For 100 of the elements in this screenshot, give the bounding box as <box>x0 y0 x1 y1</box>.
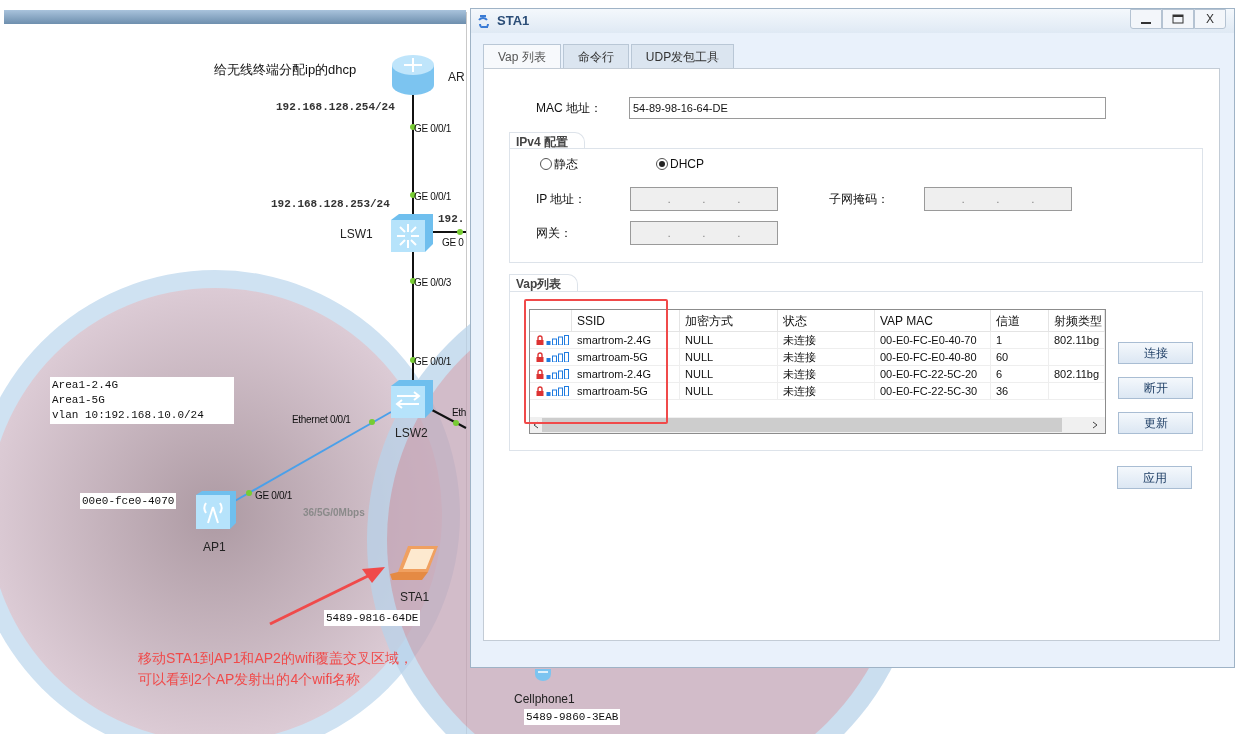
ip-label: 192. <box>438 212 465 227</box>
radio-option[interactable]: DHCP <box>656 155 704 173</box>
table-row[interactable]: smartroam-5G NULL 未连接 00-E0-FC-22-5C-30 36 <box>530 383 1105 400</box>
port-dot <box>410 124 416 130</box>
mac-tag: 5489-9860-3EAB <box>524 709 621 725</box>
device-label: AR <box>448 69 465 86</box>
tab[interactable]: 命令行 <box>562 44 629 68</box>
column-header: 加密方式 <box>680 310 778 331</box>
port-dot <box>410 357 416 363</box>
table-cell: 00-E0-FC-E0-40-70 <box>875 332 991 348</box>
link-rate: 36/5G/0Mbps <box>303 506 365 520</box>
port-label: GE 0 <box>442 236 464 250</box>
dhcp-note: 给无线终端分配ip的dhcp <box>214 61 357 79</box>
minimize-button[interactable] <box>1130 9 1162 29</box>
port-dot <box>457 229 463 235</box>
switch-icon[interactable] <box>389 378 435 420</box>
switch-icon[interactable] <box>389 212 435 254</box>
signal-icon <box>546 352 569 362</box>
table-cell: 1 <box>991 332 1049 348</box>
tab[interactable]: UDP发包工具 <box>630 44 735 68</box>
mac-field[interactable]: 54-89-98-16-64-DE <box>629 97 1106 119</box>
table-cell: 6 <box>991 366 1049 382</box>
link-line <box>431 231 467 233</box>
port-label: GE 0/0/1 <box>414 190 452 204</box>
device-label: STA1 <box>400 589 430 606</box>
router-icon[interactable] <box>390 53 436 97</box>
table-cell: NULL <box>680 349 778 365</box>
table-cell: 00-E0-FC-22-5C-30 <box>875 383 991 399</box>
table-cell: 00-E0-FC-22-5C-20 <box>875 366 991 382</box>
maximize-icon <box>1172 14 1184 24</box>
table-cell: 36 <box>991 383 1049 399</box>
port-label: Ethernet 0/0/1 <box>292 413 351 427</box>
port-label: GE 0/0/3 <box>414 276 452 290</box>
device-label: AP1 <box>203 539 226 556</box>
annotation-text: 可以看到2个AP发射出的4个wifi名称 <box>138 670 362 689</box>
field-label: IP 地址： <box>536 191 588 208</box>
table-cell: smartrom-2.4G <box>572 332 680 348</box>
table-cell: 00-E0-FC-E0-40-80 <box>875 349 991 365</box>
port-label: GE 0/0/1 <box>414 355 452 369</box>
action-button[interactable]: 断开 <box>1118 377 1193 399</box>
device-label: LSW2 <box>395 425 428 442</box>
app-icon <box>477 14 491 28</box>
table-cell: NULL <box>680 383 778 399</box>
tab[interactable]: Vap 列表 <box>483 44 561 68</box>
port-dot <box>410 278 416 284</box>
device-label: Cellphone1 <box>514 691 575 708</box>
port-label: Eth <box>452 406 467 420</box>
maximize-button[interactable] <box>1162 9 1194 29</box>
mac-tag: 5489-9816-64DE <box>324 610 421 626</box>
signal-icon <box>546 335 569 345</box>
lock-icon <box>536 369 544 379</box>
window-title: STA1 <box>497 12 530 31</box>
access-point-icon[interactable] <box>194 489 238 531</box>
field-label: 子网掩码： <box>829 191 890 208</box>
table-cell: 未连接 <box>778 349 875 365</box>
port-label: GE 0/0/1 <box>414 122 452 136</box>
table-row[interactable]: smartrom-2.4G NULL 未连接 00-E0-FC-22-5C-20 6 802.11bg <box>530 366 1105 383</box>
action-button[interactable]: 更新 <box>1118 412 1193 434</box>
table-cell: 未连接 <box>778 332 875 348</box>
table-cell: NULL <box>680 332 778 348</box>
close-button[interactable]: X <box>1194 9 1226 29</box>
signal-icon <box>546 369 569 379</box>
column-header: SSID <box>572 310 680 331</box>
radio-button[interactable] <box>540 158 552 170</box>
table-cell: 未连接 <box>778 383 875 399</box>
mac-label: MAC 地址： <box>536 100 603 117</box>
phone-icon[interactable] <box>534 668 552 682</box>
table-row[interactable]: smartrom-2.4G NULL 未连接 00-E0-FC-E0-40-70 1 802.11bg <box>530 332 1105 349</box>
table-cell: 60 <box>991 349 1049 365</box>
table-cell: 802.11bg <box>1049 332 1105 348</box>
column-header: 状态 <box>778 310 875 331</box>
lock-icon <box>536 386 544 396</box>
port-label: GE 0/0/1 <box>255 489 293 503</box>
column-header: VAP MAC <box>875 310 991 331</box>
lock-icon <box>536 352 544 362</box>
column-header: 信道 <box>991 310 1049 331</box>
minimize-icon <box>1141 22 1151 24</box>
port-dot <box>369 419 375 425</box>
device-label: LSW1 <box>340 226 373 243</box>
mac-tag: 00e0-fce0-4070 <box>80 493 177 509</box>
action-button[interactable]: 连接 <box>1118 342 1193 364</box>
table-cell: smartroam-5G <box>572 383 680 399</box>
ip-label: 192.168.128.254/24 <box>276 100 395 115</box>
area-note: Area1-2.4G Area1-5G vlan 10:192.168.10.0/24 <box>50 377 234 424</box>
radio-button[interactable] <box>656 158 668 170</box>
link-line <box>431 409 467 429</box>
horizontal-scrollbar[interactable] <box>530 417 1105 433</box>
port-dot <box>410 192 416 198</box>
port-dot <box>246 490 252 496</box>
ip-label: 192.168.128.253/24 <box>271 197 390 212</box>
table-cell: 802.11bg <box>1049 366 1105 382</box>
lock-icon <box>536 335 544 345</box>
radio-option[interactable]: 静态 <box>540 155 578 173</box>
field-label: 网关： <box>536 225 573 242</box>
table-row[interactable]: smartroam-5G NULL 未连接 00-E0-FC-E0-40-80 60 <box>530 349 1105 366</box>
apply-button[interactable]: 应用 <box>1117 466 1192 489</box>
signal-icon <box>546 386 569 396</box>
table-cell: 未连接 <box>778 366 875 382</box>
table-cell: NULL <box>680 366 778 382</box>
column-header: 射频类型 <box>1049 310 1105 331</box>
